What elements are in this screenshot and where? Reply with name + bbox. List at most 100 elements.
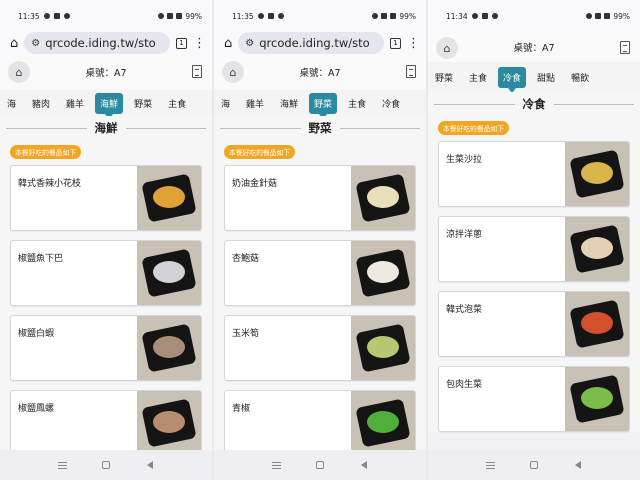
food: [367, 186, 399, 208]
tab-category[interactable]: 海: [2, 93, 21, 114]
recents-icon[interactable]: [57, 460, 67, 470]
url-field[interactable]: ⚙ qrcode.iding.tw/sto: [238, 32, 384, 54]
food: [367, 261, 399, 283]
menu-item-photo: [137, 166, 201, 230]
tab-category[interactable]: 海鮮: [275, 93, 303, 114]
menu-item-card[interactable]: 包肉生菜: [438, 366, 630, 432]
home-icon: ⌂: [443, 41, 451, 55]
section-title: 野菜: [308, 121, 332, 135]
browser-address-bar: ⌂ ⚙ qrcode.iding.tw/sto 1 ⋮: [214, 32, 426, 54]
divider: [553, 103, 634, 105]
food: [153, 336, 185, 358]
app-header: ⌂ 桌號：A7: [214, 54, 426, 90]
battery-icon: [390, 13, 397, 19]
order-list-icon[interactable]: [406, 65, 416, 78]
tab-category-active[interactable]: 海鮮: [95, 92, 124, 116]
home-button[interactable]: ⌂: [436, 37, 458, 59]
section-header: 冷食: [434, 92, 634, 116]
notification-icon: [53, 13, 60, 19]
menu-content: 冷食 本餐好吃的餐品如下 生菜沙拉 涼拌洋蔥 韓式泡菜 包肉生菜: [428, 92, 640, 432]
menu-item-name: 奶油金針菇: [232, 179, 278, 189]
menu-item-card[interactable]: 韓式泡菜: [438, 291, 630, 357]
food: [367, 336, 399, 358]
signal-icon: [595, 13, 602, 19]
tab-category[interactable]: 野菜: [430, 67, 458, 88]
phone-screen-3: 11:34 99% ⌂ 桌號：A7 野菜 主食 冷食 甜點 暢飲 冷食 本餐好吃…: [428, 0, 640, 480]
home-icon[interactable]: ⌂: [10, 36, 18, 51]
recents-icon[interactable]: [271, 460, 281, 470]
home-nav-icon[interactable]: [101, 460, 111, 470]
tab-category[interactable]: 海: [216, 93, 235, 114]
divider: [434, 103, 515, 105]
tab-switcher-button[interactable]: 1: [390, 37, 401, 49]
url-field[interactable]: ⚙ qrcode.iding.tw/sto: [24, 32, 170, 54]
divider: [6, 127, 87, 129]
tab-category[interactable]: 雞羊: [241, 93, 269, 114]
back-icon[interactable]: [145, 460, 155, 470]
divider: [220, 127, 301, 129]
menu-item-card[interactable]: 青椒: [224, 390, 416, 456]
order-list-icon[interactable]: [192, 65, 202, 78]
notification-icon: [43, 13, 50, 19]
tab-category-active[interactable]: 冷食: [498, 66, 527, 92]
home-icon: ⌂: [229, 65, 237, 79]
menu-item-photo: [351, 166, 415, 230]
tab-category[interactable]: 冷食: [377, 93, 405, 114]
menu-item-photo: [351, 391, 415, 455]
menu-item-photo: [351, 241, 415, 305]
url-text: qrcode.iding.tw/sto: [45, 36, 156, 50]
hint-badge: 本餐好吃的餐品如下: [10, 145, 82, 159]
more-menu-icon[interactable]: ⋮: [407, 37, 420, 50]
back-icon[interactable]: [359, 460, 369, 470]
menu-item-card[interactable]: 生菜沙拉: [438, 141, 630, 207]
menu-item-photo: [137, 316, 201, 380]
divider: [339, 127, 420, 129]
tab-category[interactable]: 雞羊: [61, 93, 89, 114]
tab-category[interactable]: 主食: [343, 93, 371, 114]
home-icon[interactable]: ⌂: [224, 36, 232, 51]
food: [153, 261, 185, 283]
menu-item-card[interactable]: 韓式香辣小花枝: [10, 165, 202, 231]
tab-category[interactable]: 主食: [464, 67, 492, 88]
menu-item-card[interactable]: 奶油金針菇: [224, 165, 416, 231]
tab-switcher-button[interactable]: 1: [176, 37, 187, 49]
menu-item-card[interactable]: 椒鹽鳳螺: [10, 390, 202, 456]
order-list-icon[interactable]: [620, 41, 630, 54]
signal-icon: [167, 13, 174, 19]
site-settings-icon[interactable]: ⚙: [31, 38, 40, 49]
tab-category[interactable]: 主食: [163, 93, 191, 114]
menu-item-card[interactable]: 玉米筍: [224, 315, 416, 381]
home-nav-icon[interactable]: [529, 460, 539, 470]
tab-category[interactable]: 豬肉: [27, 93, 55, 114]
menu-item-photo: [565, 217, 629, 281]
back-icon[interactable]: [573, 460, 583, 470]
menu-item-card[interactable]: 椒鹽白蝦: [10, 315, 202, 381]
status-bar: 11:34 99%: [428, 0, 640, 32]
tab-category[interactable]: 暢飲: [566, 67, 594, 88]
menu-item-card[interactable]: 杏鮑菇: [224, 240, 416, 306]
notification-icon: [471, 13, 478, 19]
tab-category[interactable]: 野菜: [129, 93, 157, 114]
menu-item-card[interactable]: 椒鹽魚下巴: [10, 240, 202, 306]
site-settings-icon[interactable]: ⚙: [245, 38, 254, 49]
app-header: ⌂ 桌號：A7: [428, 32, 640, 62]
menu-item-photo: [565, 367, 629, 431]
menu-item-name: 韓式香辣小花枝: [18, 179, 82, 189]
tab-category[interactable]: 甜點: [532, 67, 560, 88]
tab-category-active[interactable]: 野菜: [309, 92, 338, 116]
stage: 11:35 99% ⌂ ⚙ qrcode.iding.tw/sto 1 ⋮ ⌂: [0, 0, 640, 480]
home-button[interactable]: ⌂: [222, 61, 244, 83]
menu-item-card[interactable]: 涼拌洋蔥: [438, 216, 630, 282]
menu-item-name: 椒鹽魚下巴: [18, 254, 64, 264]
home-nav-icon[interactable]: [315, 460, 325, 470]
more-menu-icon[interactable]: ⋮: [193, 37, 206, 50]
home-button[interactable]: ⌂: [8, 61, 30, 83]
food: [581, 237, 613, 259]
recents-icon[interactable]: [485, 460, 495, 470]
menu-item-name: 青椒: [232, 404, 251, 414]
status-time: 11:35: [232, 11, 254, 21]
phone-screen-1: 11:35 99% ⌂ ⚙ qrcode.iding.tw/sto 1 ⋮ ⌂: [0, 0, 212, 480]
menu-item-photo: [565, 142, 629, 206]
menu-item-photo: [351, 316, 415, 380]
category-tabs: 海 雞羊 海鮮 野菜 主食 冷食: [214, 90, 426, 116]
